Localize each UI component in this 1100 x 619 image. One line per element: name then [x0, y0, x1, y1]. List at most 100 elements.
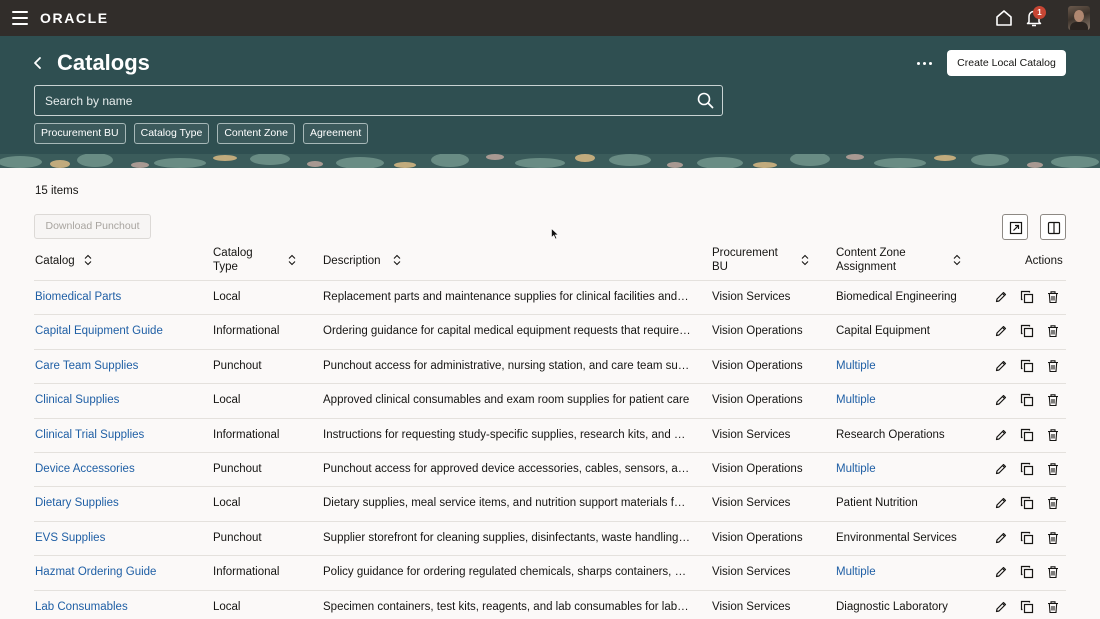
catalog-link[interactable]: Capital Equipment Guide [35, 324, 163, 338]
edit-icon[interactable] [994, 462, 1008, 476]
page-title: Catalogs [57, 50, 150, 75]
mouse-cursor-icon [551, 228, 559, 240]
search-field [34, 85, 723, 116]
row-divider [34, 417, 1066, 419]
content-zone-link[interactable]: Multiple [836, 462, 876, 476]
sort-icon[interactable] [393, 254, 401, 266]
procurement-bu: Vision Operations [712, 359, 803, 372]
duplicate-icon[interactable] [1020, 393, 1034, 407]
filter-agreement[interactable]: Agreement [302, 123, 369, 144]
delete-icon[interactable] [1046, 290, 1060, 304]
catalog-description: Supplier storefront for cleaning supplie… [323, 531, 691, 544]
menu-icon[interactable] [12, 11, 28, 25]
filter-catalog-type[interactable]: Catalog Type [133, 123, 210, 144]
sort-icon[interactable] [953, 254, 961, 266]
delete-icon[interactable] [1046, 565, 1060, 579]
more-options-icon[interactable] [912, 53, 936, 73]
duplicate-icon[interactable] [1020, 496, 1034, 510]
create-local-catalog-button[interactable]: Create Local Catalog [947, 50, 1066, 76]
catalog-link[interactable]: Device Accessories [35, 462, 135, 476]
sort-icon[interactable] [288, 254, 296, 266]
duplicate-icon[interactable] [1020, 428, 1034, 442]
catalog-link[interactable]: EVS Supplies [35, 531, 105, 545]
delete-icon[interactable] [1046, 531, 1060, 545]
duplicate-icon[interactable] [1020, 290, 1034, 304]
duplicate-icon[interactable] [1020, 531, 1034, 545]
column-header-content-zone[interactable]: Content Zone Assignment [836, 246, 906, 274]
edit-icon[interactable] [994, 565, 1008, 579]
row-divider [34, 589, 1066, 591]
delete-icon[interactable] [1046, 359, 1060, 373]
edit-icon[interactable] [994, 496, 1008, 510]
catalog-description: Punchout access for approved device acce… [323, 463, 691, 475]
duplicate-icon[interactable] [1020, 359, 1034, 373]
oracle-logo[interactable]: ORACLE [40, 10, 109, 26]
procurement-bu: Vision Operations [712, 325, 803, 338]
duplicate-icon[interactable] [1020, 600, 1034, 614]
row-divider [34, 520, 1066, 522]
filter-chips: Procurement BU Catalog Type Content Zone… [34, 123, 369, 144]
catalog-link[interactable]: Hazmat Ordering Guide [35, 565, 156, 579]
content-zone: Research Operations [836, 428, 945, 441]
edit-icon[interactable] [994, 393, 1008, 407]
filter-content-zone[interactable]: Content Zone [217, 123, 295, 144]
delete-icon[interactable] [1046, 462, 1060, 476]
filter-procurement-bu[interactable]: Procurement BU [34, 123, 126, 144]
catalog-type: Punchout [213, 531, 262, 544]
catalog-type: Local [213, 600, 241, 613]
catalog-type: Local [213, 291, 241, 303]
edit-icon[interactable] [994, 531, 1008, 545]
duplicate-icon[interactable] [1020, 324, 1034, 338]
delete-icon[interactable] [1046, 600, 1060, 614]
content-zone-link[interactable]: Multiple [836, 393, 876, 407]
sort-icon[interactable] [801, 254, 809, 266]
catalog-link[interactable]: Biomedical Parts [35, 290, 121, 304]
edit-icon[interactable] [994, 359, 1008, 373]
column-header-line: Procurement [712, 247, 778, 259]
duplicate-icon[interactable] [1020, 462, 1034, 476]
search-input[interactable] [45, 86, 685, 115]
catalog-link[interactable]: Dietary Supplies [35, 496, 119, 510]
catalog-description: Dietary supplies, meal service items, an… [323, 497, 691, 510]
edit-icon[interactable] [994, 324, 1008, 338]
catalog-type: Informational [213, 566, 280, 579]
catalog-link[interactable]: Clinical Trial Supplies [35, 428, 144, 442]
row-divider [34, 314, 1066, 316]
delete-icon[interactable] [1046, 496, 1060, 510]
content-zone-link[interactable]: Multiple [836, 359, 876, 373]
catalog-description: Punchout access for administrative, nurs… [323, 359, 691, 372]
edit-icon[interactable] [994, 428, 1008, 442]
user-avatar[interactable] [1068, 6, 1090, 30]
row-divider [34, 383, 1066, 385]
column-header-line: Type [213, 261, 238, 273]
back-icon[interactable] [31, 56, 45, 70]
procurement-bu: Vision Operations [712, 394, 803, 407]
sort-icon[interactable] [84, 254, 92, 266]
catalog-link[interactable]: Lab Consumables [35, 600, 128, 614]
procurement-bu: Vision Operations [712, 463, 803, 475]
catalog-link[interactable]: Clinical Supplies [35, 393, 119, 407]
edit-icon[interactable] [994, 600, 1008, 614]
page-header: Catalogs Create Local Catalog Procuremen… [0, 36, 1100, 168]
catalog-description: Replacement parts and maintenance suppli… [323, 291, 691, 303]
column-header-catalog[interactable]: Catalog [35, 254, 75, 268]
content-zone-link[interactable]: Multiple [836, 565, 876, 579]
edit-icon[interactable] [994, 290, 1008, 304]
export-button[interactable] [1002, 214, 1028, 240]
column-header-description[interactable]: Description [323, 254, 381, 268]
duplicate-icon[interactable] [1020, 565, 1034, 579]
column-header-line: Content Zone [836, 247, 906, 259]
catalog-description: Instructions for requesting study-specif… [323, 428, 691, 441]
procurement-bu: Vision Services [712, 600, 791, 613]
catalog-type: Informational [213, 428, 280, 441]
delete-icon[interactable] [1046, 324, 1060, 338]
column-header-catalog-type[interactable]: Catalog Type [213, 246, 253, 274]
delete-icon[interactable] [1046, 428, 1060, 442]
search-icon[interactable] [697, 92, 714, 109]
column-header-line: Catalog [213, 247, 253, 259]
catalog-link[interactable]: Care Team Supplies [35, 359, 138, 373]
column-settings-button[interactable] [1040, 214, 1066, 240]
column-header-procurement-bu[interactable]: Procurement BU [712, 246, 778, 274]
delete-icon[interactable] [1046, 393, 1060, 407]
home-icon[interactable] [995, 9, 1013, 27]
